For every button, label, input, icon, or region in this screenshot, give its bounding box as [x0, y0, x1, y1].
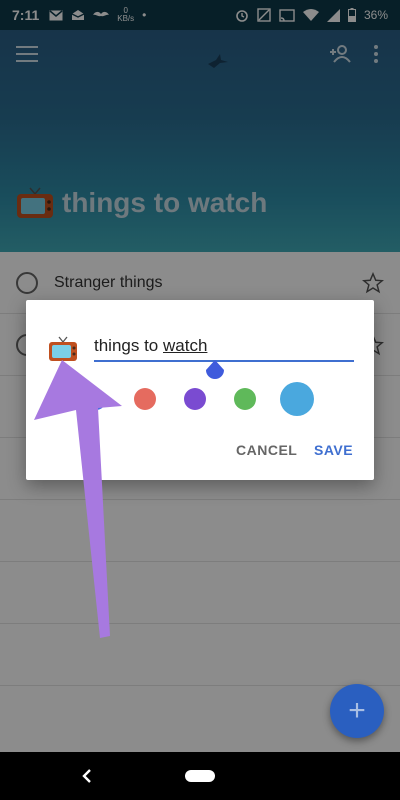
- tv-emoji-picker-icon[interactable]: [48, 336, 78, 362]
- save-button[interactable]: SAVE: [314, 442, 353, 458]
- input-text: things to: [94, 336, 163, 355]
- color-swatch-light-blue[interactable]: [280, 382, 314, 416]
- input-text-underlined: watch: [163, 336, 208, 355]
- annotation-arrow-icon: [34, 360, 122, 638]
- cancel-button[interactable]: CANCEL: [236, 442, 297, 458]
- plus-icon: +: [348, 694, 366, 727]
- list-name-input[interactable]: things to watch: [94, 336, 354, 362]
- home-button[interactable]: [185, 770, 215, 782]
- add-task-button[interactable]: +: [330, 684, 384, 738]
- navigation-bar: [0, 752, 400, 800]
- color-swatch-purple[interactable]: [184, 388, 206, 410]
- text-cursor-handle-icon[interactable]: [204, 360, 226, 384]
- back-icon[interactable]: [80, 766, 94, 786]
- color-swatch-green[interactable]: [234, 388, 256, 410]
